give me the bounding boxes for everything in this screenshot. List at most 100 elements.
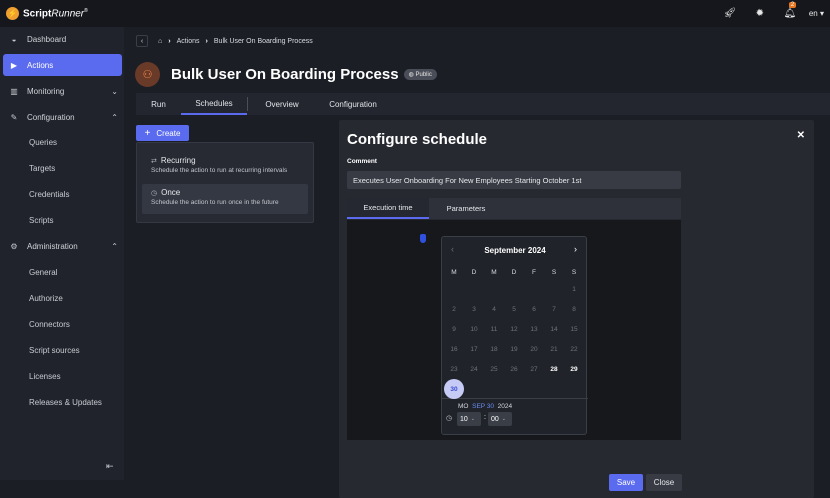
page-title: Bulk User On Boarding Process bbox=[171, 66, 399, 83]
tab-schedules[interactable]: Schedules bbox=[181, 93, 247, 115]
clock-icon: ◷ bbox=[151, 189, 158, 197]
back-button[interactable]: ‹ bbox=[136, 35, 148, 47]
calendar-day: 1 bbox=[572, 285, 576, 293]
calendar-day: 12 bbox=[510, 325, 518, 333]
dialog-tab-bar: Execution time Parameters bbox=[347, 198, 681, 219]
sidebar-sub-general[interactable]: General bbox=[29, 268, 57, 277]
sidebar-item-dashboard[interactable]: ◒ Dashboard bbox=[0, 28, 124, 50]
sidebar-sub-script-sources[interactable]: Script sources bbox=[29, 346, 80, 355]
tab-execution-time[interactable]: Execution time bbox=[347, 198, 429, 219]
calendar-day: 27 bbox=[530, 365, 538, 373]
sidebar-item-administration[interactable]: ⚙ Administration ⌃ bbox=[0, 235, 124, 257]
dashboard-icon: ◒ bbox=[11, 34, 17, 44]
sidebar-sub-queries[interactable]: Queries bbox=[29, 138, 57, 147]
configure-schedule-dialog: Configure schedule ✕ Comment Executes Us… bbox=[339, 120, 814, 498]
bell-icon[interactable]: 🔔︎ 2 bbox=[775, 2, 805, 19]
app-logo[interactable]: ⚡ ScriptRunner® bbox=[6, 7, 88, 20]
calendar-day: 10 bbox=[470, 325, 478, 333]
tab-overview[interactable]: Overview bbox=[248, 93, 316, 115]
breadcrumb: ‹ ⌂ › Actions › Bulk User On Boarding Pr… bbox=[136, 34, 313, 48]
dialog-title: Configure schedule bbox=[347, 131, 488, 148]
play-icon: ▶ bbox=[10, 60, 18, 70]
home-icon[interactable]: ⌂ bbox=[158, 38, 162, 45]
logo-text: ScriptRunner® bbox=[23, 7, 88, 20]
tab-configuration[interactable]: Configuration bbox=[316, 93, 390, 115]
sidebar-sub-authorize[interactable]: Authorize bbox=[29, 294, 63, 303]
close-button[interactable]: Close bbox=[646, 474, 682, 491]
menu-option-once[interactable]: ◷ Once Schedule the action to run once in… bbox=[142, 184, 308, 214]
calendar-day[interactable]: 28 bbox=[544, 359, 564, 379]
sidebar: ◒ Dashboard ▶ Actions ▥ Monitoring ⌄ ✎ C… bbox=[0, 27, 124, 480]
rocket-icon[interactable]: 🚀︎ bbox=[715, 8, 745, 19]
calendar-day: 17 bbox=[470, 345, 478, 353]
sidebar-sub-releases[interactable]: Releases & Updates bbox=[29, 398, 102, 407]
calendar-day: 20 bbox=[530, 345, 538, 353]
tab-parameters[interactable]: Parameters bbox=[429, 198, 503, 219]
calendar-day: 3 bbox=[472, 305, 476, 313]
mouse-cursor-icon bbox=[420, 234, 426, 243]
calendar-day: 6 bbox=[532, 305, 536, 313]
calendar-day: 11 bbox=[490, 325, 498, 333]
calendar-day: 22 bbox=[570, 345, 578, 353]
calendar-day: 19 bbox=[510, 345, 518, 353]
chevron-right-icon: › bbox=[168, 37, 171, 45]
chevron-right-icon: › bbox=[205, 37, 208, 45]
weekday-header: M bbox=[491, 269, 497, 276]
plus-icon: + bbox=[144, 127, 151, 139]
close-icon[interactable]: ✕ bbox=[797, 130, 805, 141]
menu-option-recurring[interactable]: ⇄ Recurring Schedule the action to run at… bbox=[142, 152, 308, 182]
sidebar-sub-licenses[interactable]: Licenses bbox=[29, 372, 61, 381]
sidebar-sub-credentials[interactable]: Credentials bbox=[29, 190, 69, 199]
chevron-right-icon[interactable]: › bbox=[574, 244, 577, 254]
minute-select[interactable]: 00 ⌄ bbox=[488, 412, 512, 426]
calendar-day: 18 bbox=[490, 345, 498, 353]
weekday-header: D bbox=[511, 269, 517, 276]
breadcrumb-actions[interactable]: Actions bbox=[177, 38, 200, 45]
public-badge: ◍ Public bbox=[403, 69, 437, 80]
weekday-header: M bbox=[451, 269, 457, 276]
create-menu: ⇄ Recurring Schedule the action to run at… bbox=[136, 142, 314, 223]
calendar-day[interactable]: 30 bbox=[444, 379, 464, 399]
calendar-day: 24 bbox=[470, 365, 478, 373]
calendar-day: 15 bbox=[570, 325, 578, 333]
comment-label: Comment bbox=[347, 158, 377, 165]
calendar-day: 2 bbox=[452, 305, 456, 313]
weekday-header: F bbox=[532, 269, 536, 276]
tab-bar: Run Schedules Overview Configuration bbox=[136, 93, 830, 115]
comment-field[interactable]: Executes User Onboarding For New Employe… bbox=[347, 171, 681, 189]
sun-icon[interactable]: ✹ bbox=[745, 8, 775, 19]
main-content: ‹ ⌂ › Actions › Bulk User On Boarding Pr… bbox=[124, 27, 830, 498]
chevron-down-icon: ⌄ bbox=[111, 86, 118, 96]
calendar-day: 13 bbox=[530, 325, 538, 333]
breadcrumb-current: Bulk User On Boarding Process bbox=[213, 37, 313, 45]
tab-run[interactable]: Run bbox=[136, 93, 181, 115]
save-button[interactable]: Save bbox=[609, 474, 643, 491]
calendar-day: 16 bbox=[450, 345, 458, 353]
sidebar-sub-scripts[interactable]: Scripts bbox=[29, 216, 53, 225]
top-bar: ⚡ ScriptRunner® 🚀︎ ✹ 🔔︎ 2 en ▾ bbox=[0, 0, 830, 27]
calendar-day: 4 bbox=[492, 305, 496, 313]
collapse-sidebar-icon[interactable]: ⇤ bbox=[106, 461, 114, 472]
weekday-header: S bbox=[571, 269, 577, 276]
weekday-header: S bbox=[551, 269, 557, 276]
calendar-day: 7 bbox=[552, 305, 556, 313]
sidebar-sub-connectors[interactable]: Connectors bbox=[29, 320, 70, 329]
chart-icon: ▥ bbox=[10, 86, 18, 96]
calendar-month: September 2024 bbox=[484, 246, 546, 255]
calendar-day: 8 bbox=[572, 305, 576, 313]
create-button[interactable]: + Create bbox=[136, 125, 189, 141]
calendar-day: 5 bbox=[512, 305, 516, 313]
language-selector[interactable]: en ▾ bbox=[809, 9, 824, 18]
calendar-day: 14 bbox=[550, 325, 558, 333]
calendar-day: 26 bbox=[510, 365, 518, 373]
hour-select[interactable]: 10 ⌄ bbox=[457, 412, 481, 426]
sidebar-item-monitoring[interactable]: ▥ Monitoring ⌄ bbox=[0, 80, 124, 102]
wrench-icon: ✎ bbox=[10, 112, 18, 122]
notification-badge: 2 bbox=[788, 2, 797, 8]
sidebar-item-configuration[interactable]: ✎ Configuration ⌃ bbox=[0, 106, 124, 128]
calendar-day[interactable]: 29 bbox=[564, 359, 584, 379]
calendar-day: 21 bbox=[550, 345, 558, 353]
sidebar-sub-targets[interactable]: Targets bbox=[29, 164, 55, 173]
date-picker: ‹ September 2024 › MO SEP 30 2024 ◷ 10 ⌄ … bbox=[441, 236, 588, 435]
sidebar-item-actions[interactable]: ▶ Actions bbox=[3, 54, 122, 76]
